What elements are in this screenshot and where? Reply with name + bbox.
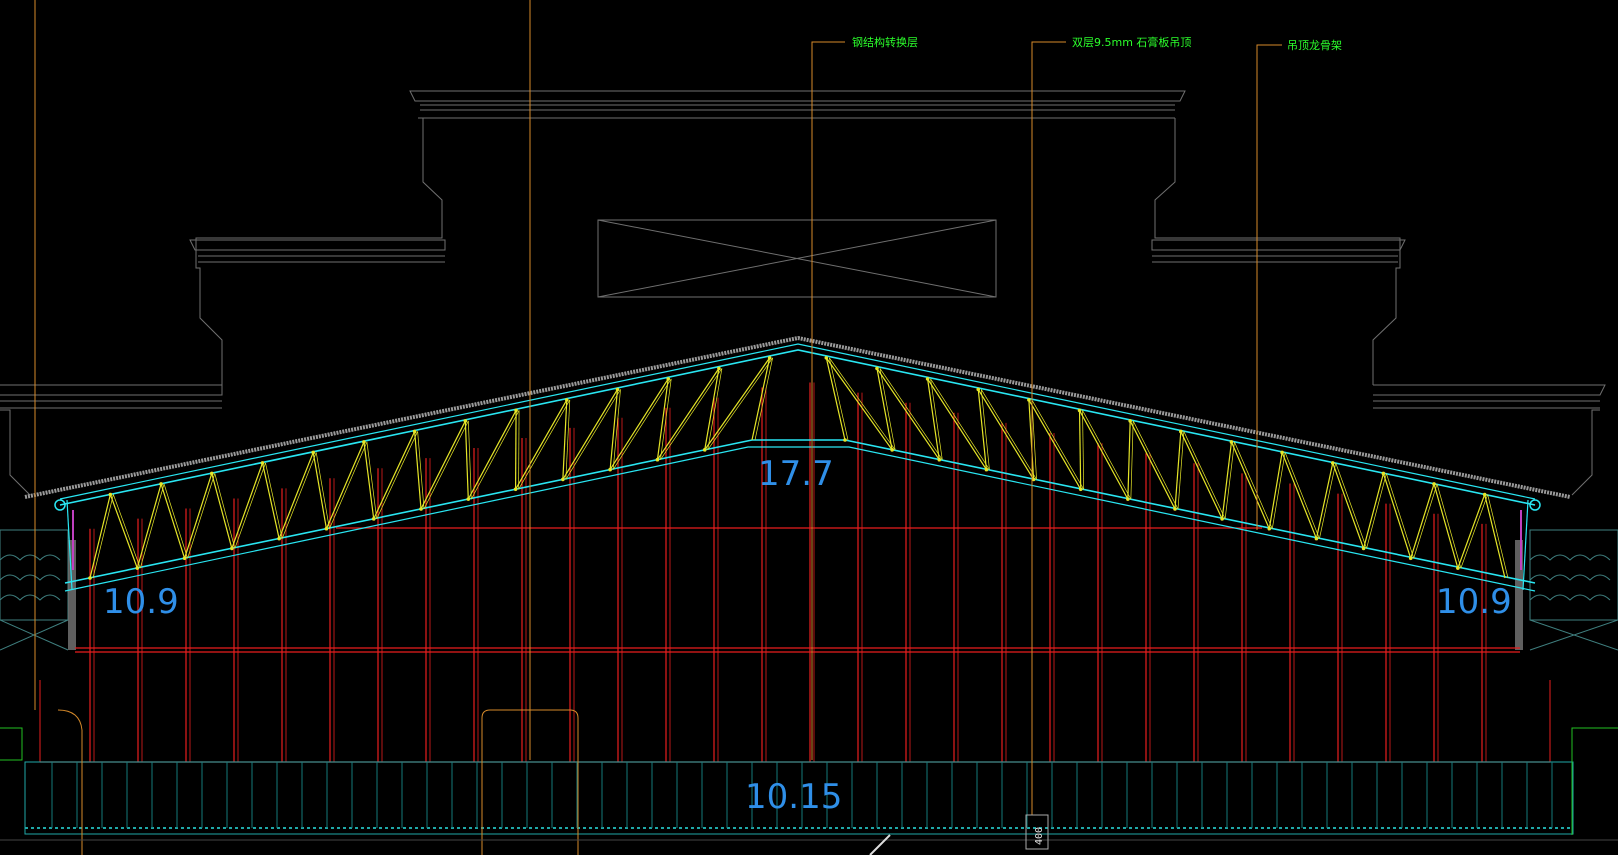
web-left-node-24 xyxy=(655,457,660,462)
cad-drawing-canvas[interactable]: 钢结构转换层 双层9.5mm 石膏板吊顶 吊顶龙骨架 400 10.9 17.7… xyxy=(0,0,1618,855)
left-eave-height-label: 10.9 xyxy=(103,582,179,622)
base-height-label: 10.15 xyxy=(745,777,842,817)
web-right-node-20 xyxy=(1314,536,1319,541)
web-left-node-11 xyxy=(362,440,366,444)
web-left-node-23 xyxy=(666,377,671,381)
web-right-node-10 xyxy=(1078,487,1083,492)
web-left-inner-17 xyxy=(518,410,520,490)
web-left-node-22 xyxy=(608,467,612,472)
web-right-node-12 xyxy=(1126,497,1130,501)
web-right-node-2 xyxy=(890,448,894,452)
web-left-node-8 xyxy=(277,536,281,541)
web-right-node-13 xyxy=(1128,419,1132,423)
web-right-node-14 xyxy=(1173,507,1177,511)
web-right-node-9 xyxy=(1027,398,1031,402)
web-right-node-19 xyxy=(1280,450,1284,455)
web-right-node-0 xyxy=(843,438,847,442)
web-left-node-17 xyxy=(514,408,518,413)
web-right-node-16 xyxy=(1220,517,1224,521)
web-right-node-18 xyxy=(1267,526,1272,531)
web-left-node-7 xyxy=(260,461,265,465)
web-right-node-24 xyxy=(1408,556,1413,561)
web-right-node-17 xyxy=(1229,440,1234,444)
web-left-node-0 xyxy=(88,576,92,580)
web-right-node-6 xyxy=(984,467,989,472)
web-left-node-13 xyxy=(412,429,417,434)
web-right-node-7 xyxy=(976,387,981,392)
note-gypsum-ceiling: 双层9.5mm 石膏板吊顶 xyxy=(1072,35,1191,49)
web-right-node-11 xyxy=(1077,408,1082,413)
web-left-node-21 xyxy=(615,387,620,392)
web-right-node-25 xyxy=(1432,482,1436,486)
web-left-17 xyxy=(514,410,517,490)
ridge-height-label: 17.7 xyxy=(758,454,834,494)
web-right-node-27 xyxy=(1482,492,1487,497)
web-right-node-22 xyxy=(1361,546,1366,551)
drawing-background xyxy=(0,0,1618,855)
web-right-node-5 xyxy=(925,377,930,381)
web-right-node-23 xyxy=(1381,471,1386,476)
web-left-node-2 xyxy=(135,566,140,570)
web-left-node-14 xyxy=(419,507,423,511)
web-left-node-25 xyxy=(717,366,721,371)
web-left-node-18 xyxy=(513,487,518,492)
web-left-node-20 xyxy=(561,477,565,482)
web-left-node-26 xyxy=(702,448,707,452)
web-left-node-27 xyxy=(767,356,772,360)
web-right-node-15 xyxy=(1179,429,1183,434)
web-left-node-15 xyxy=(463,419,468,423)
web-left-node-4 xyxy=(182,556,187,561)
web-left-node-12 xyxy=(371,517,376,521)
small-dimension-label: 400 xyxy=(1034,827,1045,845)
web-left-node-1 xyxy=(108,492,113,497)
web-right-node-21 xyxy=(1330,461,1335,465)
web-left-node-10 xyxy=(324,526,329,531)
web-left-node-19 xyxy=(564,398,569,402)
web-right-node-1 xyxy=(824,356,829,360)
note-ceiling-keel: 吊顶龙骨架 xyxy=(1287,39,1342,52)
web-left-node-6 xyxy=(230,546,234,551)
web-right-node-26 xyxy=(1456,566,1460,570)
web-right-node-3 xyxy=(875,366,879,371)
web-left-node-9 xyxy=(311,450,316,455)
web-left-node-16 xyxy=(466,497,471,501)
web-left-node-5 xyxy=(209,471,214,476)
note-steel-transfer-layer: 钢结构转换层 xyxy=(852,35,918,49)
web-left-node-3 xyxy=(159,482,163,486)
right-eave-height-label: 10.9 xyxy=(1436,582,1512,622)
web-right-node-4 xyxy=(937,457,942,462)
